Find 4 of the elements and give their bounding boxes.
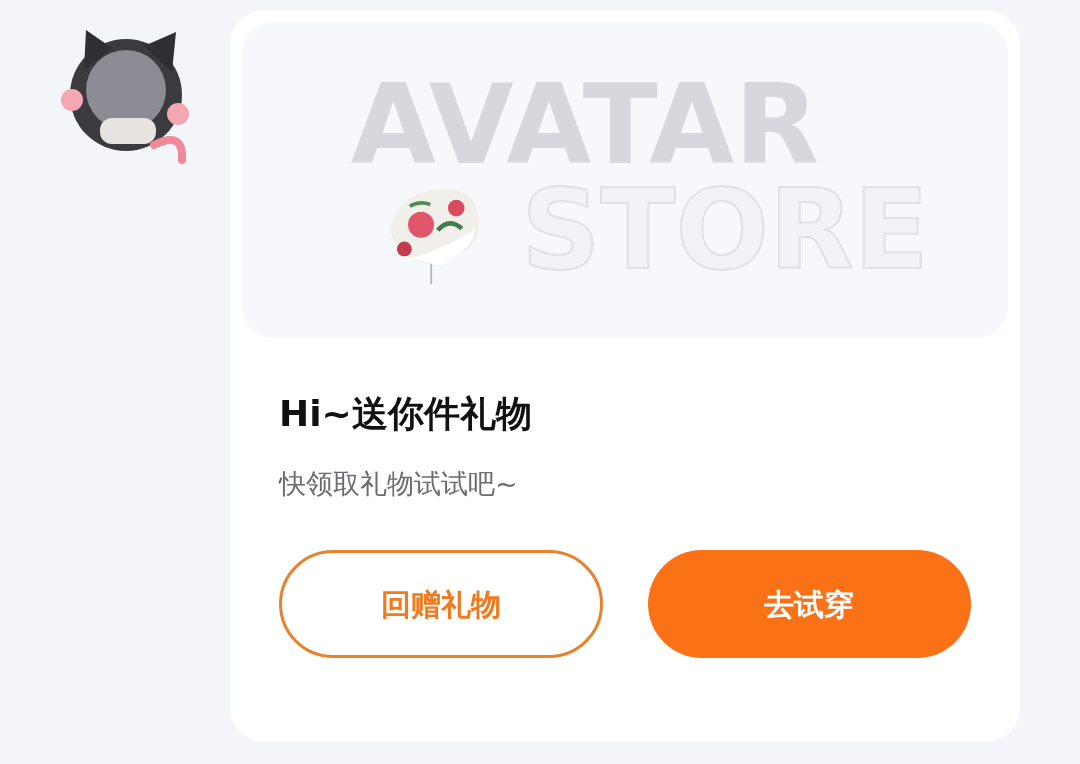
message-subtitle: 快领取礼物试试吧~ (279, 467, 519, 501)
message-title: Hi~送你件礼物 (279, 392, 533, 436)
try-on-button[interactable]: 去试穿 (647, 550, 971, 658)
return-gift-button[interactable]: 回赠礼物 (279, 550, 603, 658)
